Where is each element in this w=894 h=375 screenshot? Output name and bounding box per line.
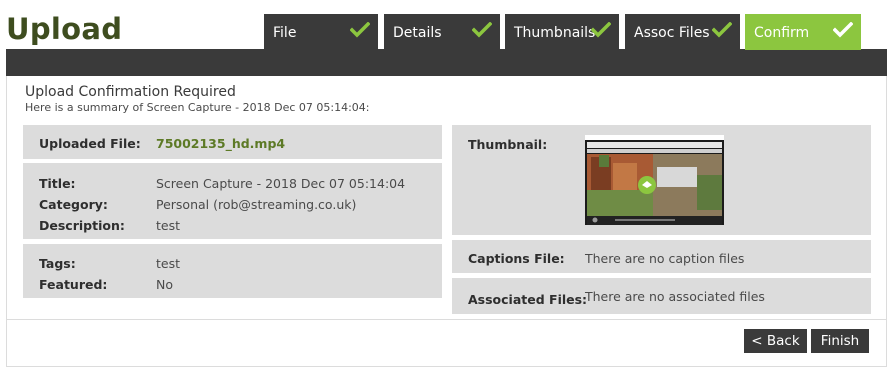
summary-subtitle: Here is a summary of Screen Capture - 20…	[25, 101, 370, 114]
header-band	[6, 49, 887, 76]
featured-value: No	[156, 277, 173, 292]
finish-button[interactable]: Finish	[811, 329, 869, 353]
title-value: Screen Capture - 2018 Dec 07 05:14:04	[156, 176, 406, 191]
uploaded-file-label: Uploaded File:	[39, 136, 141, 151]
summary-title: Upload Confirmation Required	[25, 84, 236, 100]
category-label: Category:	[39, 197, 108, 212]
back-button[interactable]: < Back	[744, 329, 807, 353]
step-confirm-label: Confirm	[754, 25, 810, 41]
step-assoc-files[interactable]: Assoc Files	[625, 14, 740, 50]
step-details-label: Details	[393, 25, 442, 41]
category-value: Personal (rob@streaming.co.uk)	[156, 197, 357, 212]
description-value: test	[156, 218, 181, 233]
check-icon	[591, 22, 611, 38]
captions-label: Captions File:	[468, 251, 565, 266]
check-icon	[833, 22, 853, 38]
step-thumbnails-label: Thumbnails	[514, 25, 596, 41]
featured-label: Featured:	[39, 277, 108, 292]
tags-label: Tags:	[39, 256, 76, 271]
footer-divider	[7, 319, 886, 320]
description-label: Description:	[39, 218, 125, 233]
step-details[interactable]: Details	[384, 14, 500, 50]
uploaded-file-value: 75002135_hd.mp4	[156, 136, 286, 151]
thumbnail-label: Thumbnail:	[468, 137, 548, 152]
page-title: Upload	[6, 12, 123, 46]
step-file[interactable]: File	[264, 14, 378, 50]
check-icon	[712, 22, 732, 38]
step-confirm[interactable]: Confirm	[745, 14, 861, 50]
step-thumbnails[interactable]: Thumbnails	[505, 14, 619, 50]
captions-value: There are no caption files	[585, 251, 745, 266]
associated-files-value: There are no associated files	[585, 289, 765, 304]
step-file-label: File	[273, 25, 297, 41]
tags-value: test	[156, 256, 181, 271]
check-icon	[472, 22, 492, 38]
associated-files-label: Associated Files:	[468, 292, 588, 307]
step-assoc-files-label: Assoc Files	[634, 25, 710, 41]
thumbnail-image	[585, 135, 724, 225]
title-label: Title:	[39, 176, 76, 191]
thumbnail-preview	[585, 135, 724, 225]
check-icon	[350, 22, 370, 38]
